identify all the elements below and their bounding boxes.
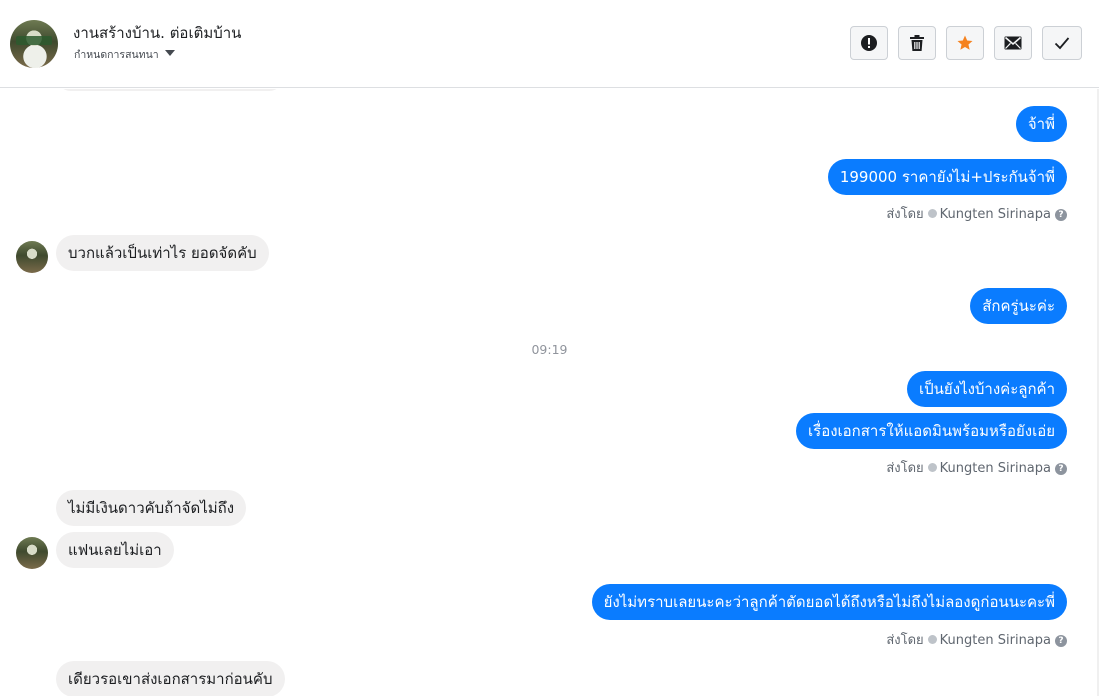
avatar-image — [16, 36, 52, 45]
assign-conversation-dropdown[interactable]: กำหนดการสนทนา — [74, 46, 175, 63]
sender-icon — [927, 635, 937, 644]
message-text: บวกแล้วเป็นเท่าไร ยอดจัดคับ — [68, 244, 257, 262]
conversation-header: งานสร้างบ้าน. ต่อเติมบ้าน กำหนดการสนทนา — [0, 0, 1099, 88]
message-bubble-incoming[interactable]: ไม่มีเงินดาวคับถ้าจัดไม่ถึง — [56, 490, 247, 526]
message-bubble-outgoing[interactable]: เป็นยังไงบ้างค่ะลูกค้า — [907, 371, 1067, 407]
timestamp: 09:19 — [531, 342, 568, 357]
sender-name[interactable]: Kungten Sirinapa — [940, 207, 1051, 222]
partial-message-bubble — [56, 89, 284, 91]
caret-down-icon — [164, 50, 175, 56]
star-button[interactable] — [946, 26, 984, 60]
message-bubble-outgoing[interactable]: 199000 ราคายังไม่+ประกันจ้าพี่ — [827, 159, 1067, 195]
message-text: เรื่องเอกสารให้แอดมินพร้อมหรือยังเอ่ย — [808, 422, 1055, 440]
help-icon[interactable]: ? — [1055, 463, 1067, 475]
message-text: จ้าพี่ — [1027, 115, 1055, 133]
sender-icon — [927, 463, 937, 472]
message-text: 199000 ราคายังไม่+ประกันจ้าพี่ — [839, 168, 1055, 186]
message-bubble-outgoing[interactable]: สักครู่นะค่ะ — [970, 288, 1067, 324]
sent-by-prefix: ส่งโดย — [886, 207, 924, 222]
spam-button[interactable] — [850, 26, 888, 60]
avatar[interactable] — [16, 241, 48, 273]
envelope-icon — [1004, 36, 1022, 50]
sent-by-label: ส่งโดย Kungten Sirinapa? — [886, 457, 1067, 478]
assign-conversation-label: กำหนดการสนทนา — [74, 49, 159, 61]
message-bubble-incoming[interactable]: เดียวรอเขาส่งเอกสารมาก่อนคับ — [56, 661, 285, 696]
message-bubble-outgoing[interactable]: จ้าพี่ — [1015, 106, 1067, 142]
sent-by-prefix: ส่งโดย — [886, 633, 924, 648]
message-text: แฟนเลยไม่เอา — [68, 541, 162, 559]
sent-by-prefix: ส่งโดย — [886, 461, 924, 476]
check-icon — [1054, 37, 1070, 50]
message-text: สักครู่นะค่ะ — [982, 297, 1055, 315]
trash-icon — [910, 35, 924, 51]
message-thread[interactable]: จ้าพี่ 199000 ราคายังไม่+ประกันจ้าพี่ ส่… — [0, 89, 1099, 696]
star-icon — [957, 35, 973, 50]
message-text: เดียวรอเขาส่งเอกสารมาก่อนคับ — [68, 670, 273, 688]
sender-name[interactable]: Kungten Sirinapa — [940, 633, 1051, 648]
alert-icon — [861, 35, 877, 51]
help-icon[interactable]: ? — [1055, 635, 1067, 647]
mark-unread-button[interactable] — [994, 26, 1032, 60]
message-bubble-incoming[interactable]: บวกแล้วเป็นเท่าไร ยอดจัดคับ — [56, 235, 269, 271]
avatar[interactable] — [10, 20, 58, 68]
message-bubble-outgoing[interactable]: ยังไม่ทราบเลยนะคะว่าลูกค้าตัดยอดได้ถึงหร… — [591, 584, 1067, 620]
page-title[interactable]: งานสร้างบ้าน. ต่อเติมบ้าน — [73, 21, 241, 45]
sent-by-label: ส่งโดย Kungten Sirinapa? — [886, 629, 1067, 650]
sender-icon — [927, 209, 937, 218]
message-bubble-outgoing[interactable]: เรื่องเอกสารให้แอดมินพร้อมหรือยังเอ่ย — [796, 413, 1067, 449]
delete-button[interactable] — [898, 26, 936, 60]
done-button[interactable] — [1042, 26, 1082, 60]
message-text: ยังไม่ทราบเลยนะคะว่าลูกค้าตัดยอดได้ถึงหร… — [603, 593, 1055, 611]
message-text: เป็นยังไงบ้างค่ะลูกค้า — [919, 380, 1055, 398]
message-bubble-incoming[interactable]: แฟนเลยไม่เอา — [56, 532, 174, 568]
message-text: ไม่มีเงินดาวคับถ้าจัดไม่ถึง — [68, 499, 235, 517]
help-icon[interactable]: ? — [1055, 209, 1067, 221]
avatar[interactable] — [16, 537, 48, 569]
sender-name[interactable]: Kungten Sirinapa — [940, 461, 1051, 476]
sent-by-label: ส่งโดย Kungten Sirinapa? — [886, 203, 1067, 224]
